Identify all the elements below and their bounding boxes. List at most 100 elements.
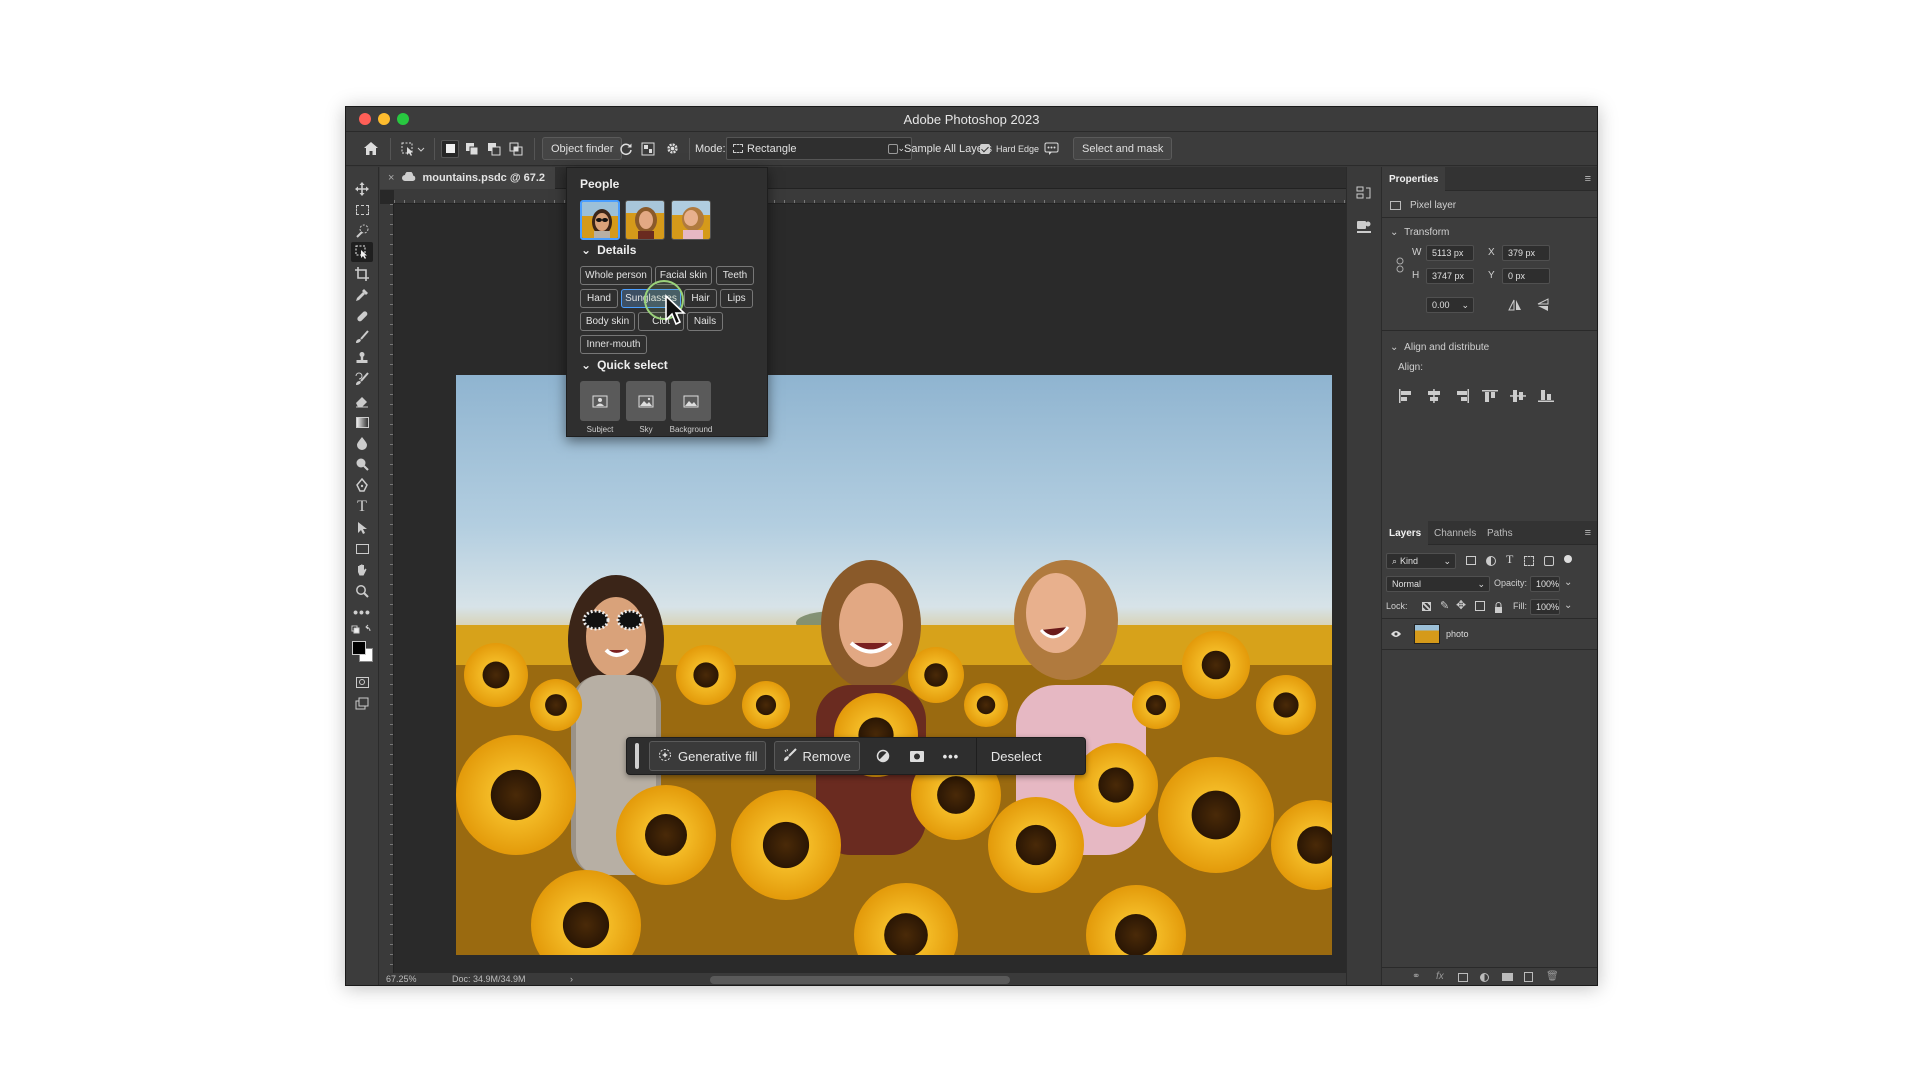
lock-all-icon[interactable] bbox=[1494, 600, 1503, 618]
new-selection-icon[interactable] bbox=[439, 137, 461, 160]
deselect-button[interactable]: Deselect bbox=[983, 749, 1050, 764]
filter-type-layer-icon[interactable]: T bbox=[1506, 552, 1513, 567]
adjustments-panel-icon[interactable] bbox=[1356, 219, 1372, 240]
lock-transparent-pixels-icon[interactable] bbox=[1422, 602, 1431, 611]
marquee-tool-icon[interactable] bbox=[351, 200, 373, 220]
brush-tool-icon[interactable] bbox=[351, 327, 373, 347]
fill-field[interactable]: 100% bbox=[1530, 599, 1560, 615]
details-section-toggle[interactable]: ⌄ Details bbox=[581, 243, 636, 257]
flip-vertical-icon[interactable] bbox=[1536, 298, 1550, 317]
quick-select-subject-button[interactable] bbox=[580, 381, 620, 421]
flip-horizontal-icon[interactable] bbox=[1508, 298, 1522, 317]
horizontal-scrollbar[interactable] bbox=[710, 976, 1010, 984]
create-mask-icon[interactable] bbox=[902, 741, 932, 771]
zoom-level[interactable]: 67.25% bbox=[386, 974, 417, 984]
home-icon[interactable] bbox=[360, 137, 382, 160]
chip-nails[interactable]: Nails bbox=[687, 312, 723, 331]
align-left-edges-icon[interactable] bbox=[1398, 389, 1414, 403]
quick-select-background-button[interactable] bbox=[671, 381, 711, 421]
new-group-icon[interactable] bbox=[1502, 973, 1513, 981]
chip-teeth[interactable]: Teeth bbox=[716, 266, 754, 285]
eye-visibility-icon[interactable] bbox=[1390, 625, 1404, 643]
link-layers-icon[interactable]: ⚭ bbox=[1412, 971, 1420, 982]
sample-all-layers-checkbox[interactable]: Sample All Layers bbox=[888, 137, 992, 160]
chip-hair[interactable]: Hair bbox=[684, 289, 717, 308]
chevron-down-icon[interactable]: ⌄ bbox=[1564, 600, 1572, 611]
new-layer-icon[interactable] bbox=[1524, 972, 1533, 982]
new-adjustment-layer-icon[interactable] bbox=[1480, 973, 1489, 982]
hard-edge-checkbox[interactable]: Hard Edge bbox=[980, 137, 1039, 160]
chip-body-skin[interactable]: Body skin bbox=[580, 312, 635, 331]
filter-smart-object-icon[interactable] bbox=[1544, 556, 1554, 566]
chip-whole-person[interactable]: Whole person bbox=[580, 266, 652, 285]
more-tools-icon[interactable]: ••• bbox=[351, 602, 373, 622]
color-swatches[interactable] bbox=[352, 641, 374, 663]
eyedropper-tool-icon[interactable] bbox=[351, 285, 373, 305]
hand-tool-icon[interactable] bbox=[351, 560, 373, 580]
taskbar-drag-handle[interactable] bbox=[635, 743, 639, 769]
tab-channels[interactable]: Channels bbox=[1427, 521, 1483, 545]
filter-pixel-layer-icon[interactable] bbox=[1466, 556, 1476, 565]
quick-mask-icon[interactable] bbox=[351, 672, 373, 692]
dodge-tool-icon[interactable] bbox=[351, 454, 373, 474]
status-menu-chevron-icon[interactable]: › bbox=[570, 974, 573, 984]
panel-menu-icon[interactable]: ≡ bbox=[1585, 173, 1591, 185]
type-tool-icon[interactable]: T bbox=[351, 497, 373, 517]
zoom-tool-icon[interactable] bbox=[351, 581, 373, 601]
subtract-from-selection-icon[interactable] bbox=[483, 137, 505, 160]
tab-layers[interactable]: Layers bbox=[1382, 521, 1429, 545]
object-selection-tool-preset-icon[interactable] bbox=[398, 137, 428, 160]
link-dimensions-icon[interactable] bbox=[1396, 257, 1404, 278]
feedback-icon[interactable] bbox=[1040, 137, 1062, 160]
chevron-down-icon[interactable]: ⌄ bbox=[1564, 577, 1572, 588]
opacity-field[interactable]: 100% bbox=[1530, 576, 1560, 592]
tab-properties[interactable]: Properties bbox=[1382, 167, 1446, 191]
more-options-icon[interactable]: ••• bbox=[936, 741, 966, 771]
tab-paths[interactable]: Paths bbox=[1480, 521, 1520, 545]
align-horizontal-centers-icon[interactable] bbox=[1426, 389, 1442, 403]
blend-mode-dropdown[interactable]: Normal ⌄ bbox=[1386, 576, 1490, 592]
align-vertical-centers-icon[interactable] bbox=[1510, 389, 1526, 403]
person-thumbnail-3[interactable] bbox=[671, 200, 711, 240]
transform-section-toggle[interactable]: ⌄ Transform bbox=[1390, 227, 1449, 238]
person-thumbnail-1[interactable] bbox=[580, 200, 620, 240]
path-selection-tool-icon[interactable] bbox=[351, 518, 373, 538]
y-field[interactable]: 0 px bbox=[1502, 268, 1550, 284]
default-colors-icon[interactable] bbox=[351, 623, 373, 637]
photo-canvas[interactable] bbox=[456, 375, 1332, 955]
layer-filter-kind-dropdown[interactable]: ⌕ Kind ⌄ bbox=[1386, 553, 1456, 569]
angle-field[interactable]: 0.00 ⌄ bbox=[1426, 297, 1474, 313]
x-field[interactable]: 379 px bbox=[1502, 245, 1550, 261]
align-bottom-edges-icon[interactable] bbox=[1538, 389, 1554, 403]
invert-selection-icon[interactable] bbox=[868, 741, 898, 771]
eraser-tool-icon[interactable] bbox=[351, 391, 373, 411]
show-all-objects-icon[interactable] bbox=[638, 137, 658, 160]
lock-image-pixels-icon[interactable]: ✎ bbox=[1440, 599, 1449, 612]
layer-row[interactable]: photo bbox=[1382, 619, 1597, 649]
width-field[interactable]: 5113 px bbox=[1426, 245, 1474, 261]
blur-tool-icon[interactable] bbox=[351, 433, 373, 453]
quick-selection-tool-icon[interactable] bbox=[351, 221, 373, 241]
trash-icon[interactable]: 🗑 bbox=[1546, 971, 1559, 982]
filter-shape-layer-icon[interactable] bbox=[1524, 556, 1534, 566]
lock-position-icon[interactable]: ✥ bbox=[1456, 598, 1466, 612]
person-thumbnail-2[interactable] bbox=[625, 200, 665, 240]
filter-adjustment-layer-icon[interactable] bbox=[1486, 556, 1496, 566]
chip-hand[interactable]: Hand bbox=[580, 289, 618, 308]
quick-select-sky-button[interactable] bbox=[626, 381, 666, 421]
gradient-tool-icon[interactable] bbox=[351, 412, 373, 432]
crop-tool-icon[interactable] bbox=[351, 264, 373, 284]
object-finder-button[interactable]: Object finder bbox=[542, 137, 623, 160]
generative-fill-button[interactable]: Generative fill bbox=[649, 741, 767, 771]
layer-style-icon[interactable]: fx bbox=[1436, 971, 1444, 982]
canvas-area[interactable] bbox=[380, 190, 1346, 973]
history-panel-icon[interactable] bbox=[1356, 185, 1372, 206]
rectangle-tool-icon[interactable] bbox=[351, 539, 373, 559]
move-tool-icon[interactable] bbox=[351, 179, 373, 199]
close-tab-icon[interactable]: × bbox=[388, 172, 394, 184]
object-selection-tool-icon[interactable] bbox=[351, 242, 373, 262]
chip-lips[interactable]: Lips bbox=[720, 289, 753, 308]
height-field[interactable]: 3747 px bbox=[1426, 268, 1474, 284]
document-tab[interactable]: × mountains.psdc @ 67.2 bbox=[380, 167, 555, 189]
refresh-icon[interactable] bbox=[616, 137, 636, 160]
